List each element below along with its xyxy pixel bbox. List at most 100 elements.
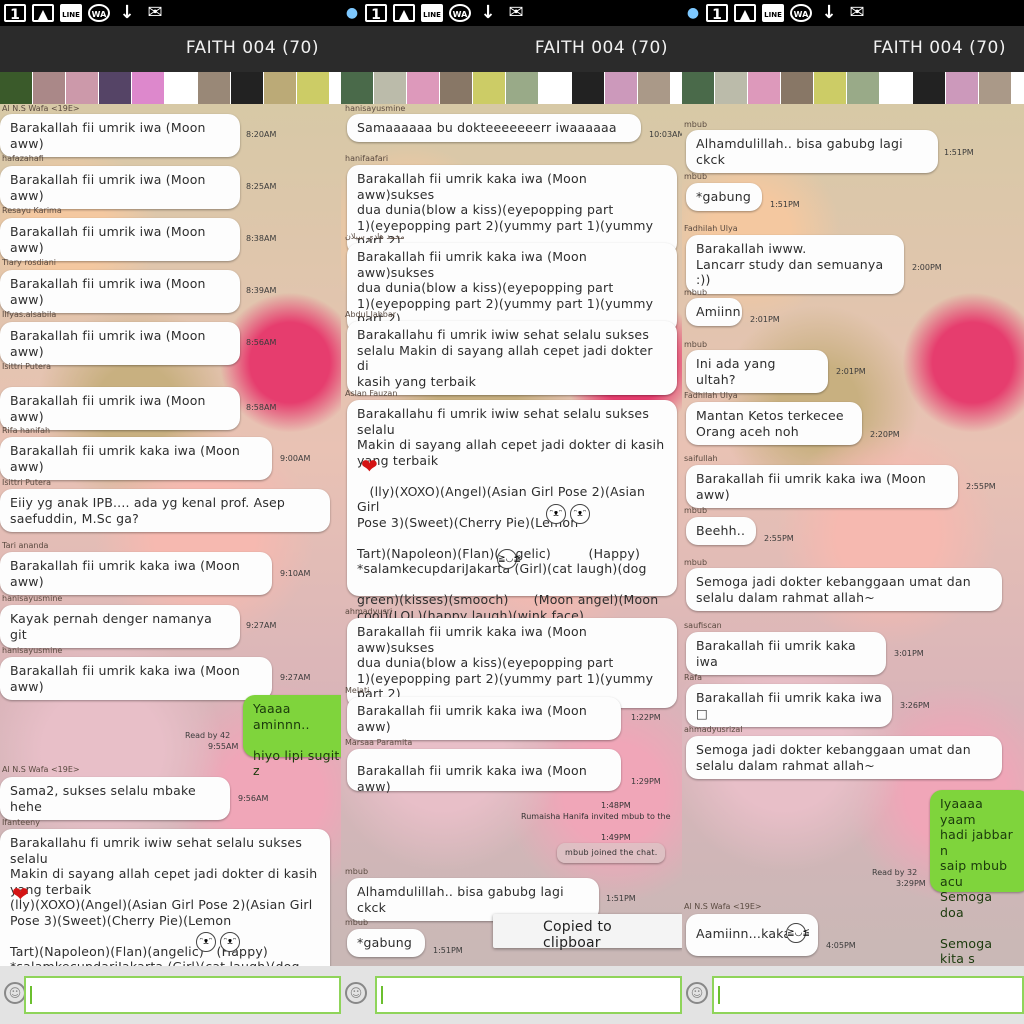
member-avatar-strip[interactable] — [0, 72, 341, 104]
avatar[interactable] — [506, 72, 538, 104]
message-bubble[interactable]: Semoga jadi dokter kebanggaan umat dan s… — [686, 568, 1002, 611]
emoji-icon[interactable]: ☺ — [4, 982, 26, 1004]
avatar[interactable] — [473, 72, 505, 104]
message-input[interactable] — [712, 976, 1024, 1014]
message-bubble[interactable]: Barakallah fii umrik kaka iwa □ — [686, 684, 892, 727]
avatar[interactable] — [880, 72, 912, 104]
avatar[interactable] — [297, 72, 329, 104]
system-time: 1:48PM — [601, 801, 631, 810]
whatsapp-icon: WA — [449, 4, 471, 22]
message-bubble[interactable]: Eiiy yg anak IPB.... ada yg kenal prof. … — [0, 489, 330, 532]
chat-panel-3: ● 1 ▲ LINE WA ↓ ✉ FAITH 004 (70) mbub Al… — [682, 0, 1024, 1024]
avatar[interactable] — [539, 72, 571, 104]
message-time: 3:26PM — [900, 701, 930, 710]
message-bubble[interactable]: Barakallah fii umrik iwa (Moon aww) — [0, 218, 240, 261]
avatar[interactable] — [638, 72, 670, 104]
sender-name: Al N.S Wafa <19E> — [684, 902, 762, 911]
avatar[interactable] — [198, 72, 230, 104]
chat-history[interactable]: hanisayusmine Samaaaaaa bu dokteeeeeeerr… — [341, 104, 682, 966]
avatar[interactable] — [605, 72, 637, 104]
avatar[interactable] — [946, 72, 978, 104]
message-bubble[interactable]: Barakallah fii umrik kaka iwa (Moon aww) — [0, 437, 272, 480]
message-bubble[interactable]: Ini ada yang ultah? — [686, 350, 828, 393]
sender-name: Isittri Putera — [2, 478, 52, 487]
read-receipt: Read by 42 — [185, 731, 231, 740]
message-bubble[interactable]: Beehh.. — [686, 517, 756, 545]
chat-history[interactable]: mbub Alhamdulillah.. bisa gabubg lagi ck… — [682, 104, 1024, 966]
avatar[interactable] — [341, 72, 373, 104]
message-bubble[interactable]: Barakallah fii umrik iwa (Moon aww) — [0, 387, 240, 430]
sender-name: Ilfyas.alsabila — [2, 310, 57, 319]
avatar[interactable] — [0, 72, 32, 104]
avatar[interactable] — [748, 72, 780, 104]
avatar[interactable] — [264, 72, 296, 104]
avatar[interactable] — [814, 72, 846, 104]
message-bubble[interactable]: Barakallah fii umrik kaka iwa (Moon aww) — [0, 657, 272, 700]
avatar[interactable] — [440, 72, 472, 104]
my-message-bubble[interactable]: Iyaaaa yaam hadi jabbar n saip mbub acu … — [930, 790, 1024, 966]
message-bubble[interactable]: Barakallah fii umrik kaka iwa (Moon aww) — [686, 465, 958, 508]
avatar[interactable] — [847, 72, 879, 104]
message-bubble[interactable]: Barakallahu fi umrik iwiw sehat selalu s… — [347, 321, 677, 395]
message-bubble[interactable]: Barakallah fii umrik iwa (Moon aww) — [0, 166, 240, 209]
message-bubble[interactable]: Sama2, sukses selalu mbake hehe — [0, 777, 230, 820]
whatsapp-icon: WA — [88, 4, 110, 22]
avatar[interactable] — [165, 72, 197, 104]
avatar[interactable] — [374, 72, 406, 104]
avatar[interactable] — [979, 72, 1011, 104]
message-bubble[interactable]: Alhamdulillah.. bisa gabubg lagi ckck — [686, 130, 938, 173]
member-avatar-strip[interactable] — [682, 72, 1024, 104]
avatar[interactable] — [781, 72, 813, 104]
avatar[interactable] — [715, 72, 747, 104]
message-bubble[interactable]: Kayak pernah denger namanya git — [0, 605, 240, 648]
sender-name: Al N.S Wafa <19E> — [2, 765, 80, 774]
my-message-bubble[interactable]: Yaaaa aminnn.. hiyo lipi sugit z — [243, 695, 341, 778]
avatar[interactable] — [33, 72, 65, 104]
message-bubble[interactable]: Barakallah fii umrik kaka iwa (Moon aww)… — [347, 618, 677, 708]
avatar[interactable] — [66, 72, 98, 104]
avatar[interactable] — [913, 72, 945, 104]
avatar[interactable] — [682, 72, 714, 104]
message-bubble[interactable]: Amiinn — [686, 298, 742, 326]
emoji-icon[interactable]: ☺ — [345, 982, 367, 1004]
avatar[interactable] — [231, 72, 263, 104]
sender-name: mbub — [684, 120, 708, 129]
message-bubble[interactable]: Barakallah fii umrik iwa (Moon aww) — [0, 270, 240, 313]
avatar[interactable] — [407, 72, 439, 104]
message-input[interactable] — [375, 976, 682, 1014]
message-bubble[interactable]: Barakallah fii umrik kaka iwa (Moon aww)… — [347, 165, 677, 255]
message-bubble[interactable]: Barakallah iwww. Lancarr study dan semua… — [686, 235, 904, 294]
message-bubble[interactable]: Samaaaaaa bu dokteeeeeeerr iwaaaaaa — [347, 114, 641, 142]
bird-notification-icon: ● — [345, 5, 359, 21]
message-bubble[interactable]: Barakallahu fi umrik iwiw sehat selalu s… — [0, 829, 330, 966]
message-bubble[interactable]: Barakallah fii umrik kaka iwa (Moon aww) — [347, 697, 621, 740]
message-bubble[interactable]: *gabung — [686, 183, 762, 211]
message-bubble[interactable]: Barakallah fii umrik kaka iwa (Moon aww) — [347, 749, 621, 794]
avatar[interactable] — [99, 72, 131, 104]
avatar[interactable] — [132, 72, 164, 104]
message-input[interactable] — [24, 976, 341, 1014]
message-bubble[interactable]: Barakallah fii umrik kaka iwa (Moon aww)… — [347, 243, 677, 333]
message-time: 2:20PM — [870, 430, 900, 439]
message-time: 2:55PM — [966, 482, 996, 491]
sender-name: Melati — [345, 686, 370, 695]
member-avatar-strip[interactable] — [341, 72, 682, 104]
chat-title[interactable]: FAITH 004 (70) — [873, 38, 1006, 58]
text-caret — [718, 986, 720, 1004]
message-bubble[interactable]: Semoga jadi dokter kebanggaan umat dan s… — [686, 736, 1002, 779]
message-time: 3:01PM — [894, 649, 924, 658]
message-bubble[interactable]: Mantan Ketos terkecee Orang aceh noh — [686, 402, 862, 445]
message-time: 1:29PM — [631, 777, 661, 786]
message-bubble[interactable]: *gabung — [347, 929, 425, 957]
message-bubble[interactable]: Barakallah fii umrik iwa (Moon aww) — [0, 114, 240, 157]
chat-title[interactable]: FAITH 004 (70) — [535, 38, 668, 58]
message-bubble[interactable]: Barakallah fii umrik kaka iwa — [686, 632, 886, 675]
message-bubble[interactable]: Barakallah fii umrik iwa (Moon aww) — [0, 322, 240, 365]
message-time: 1:51PM — [433, 946, 463, 955]
emoji-icon[interactable]: ☺ — [686, 982, 708, 1004]
message-bubble[interactable]: Barakallah fii umrik kaka iwa (Moon aww) — [0, 552, 272, 595]
chat-history[interactable]: Al N.S Wafa <19E> Barakallah fii umrik i… — [0, 104, 341, 966]
system-message: mbub joined the chat. — [557, 843, 666, 863]
avatar[interactable] — [572, 72, 604, 104]
chat-title[interactable]: FAITH 004 (70) — [186, 38, 319, 58]
